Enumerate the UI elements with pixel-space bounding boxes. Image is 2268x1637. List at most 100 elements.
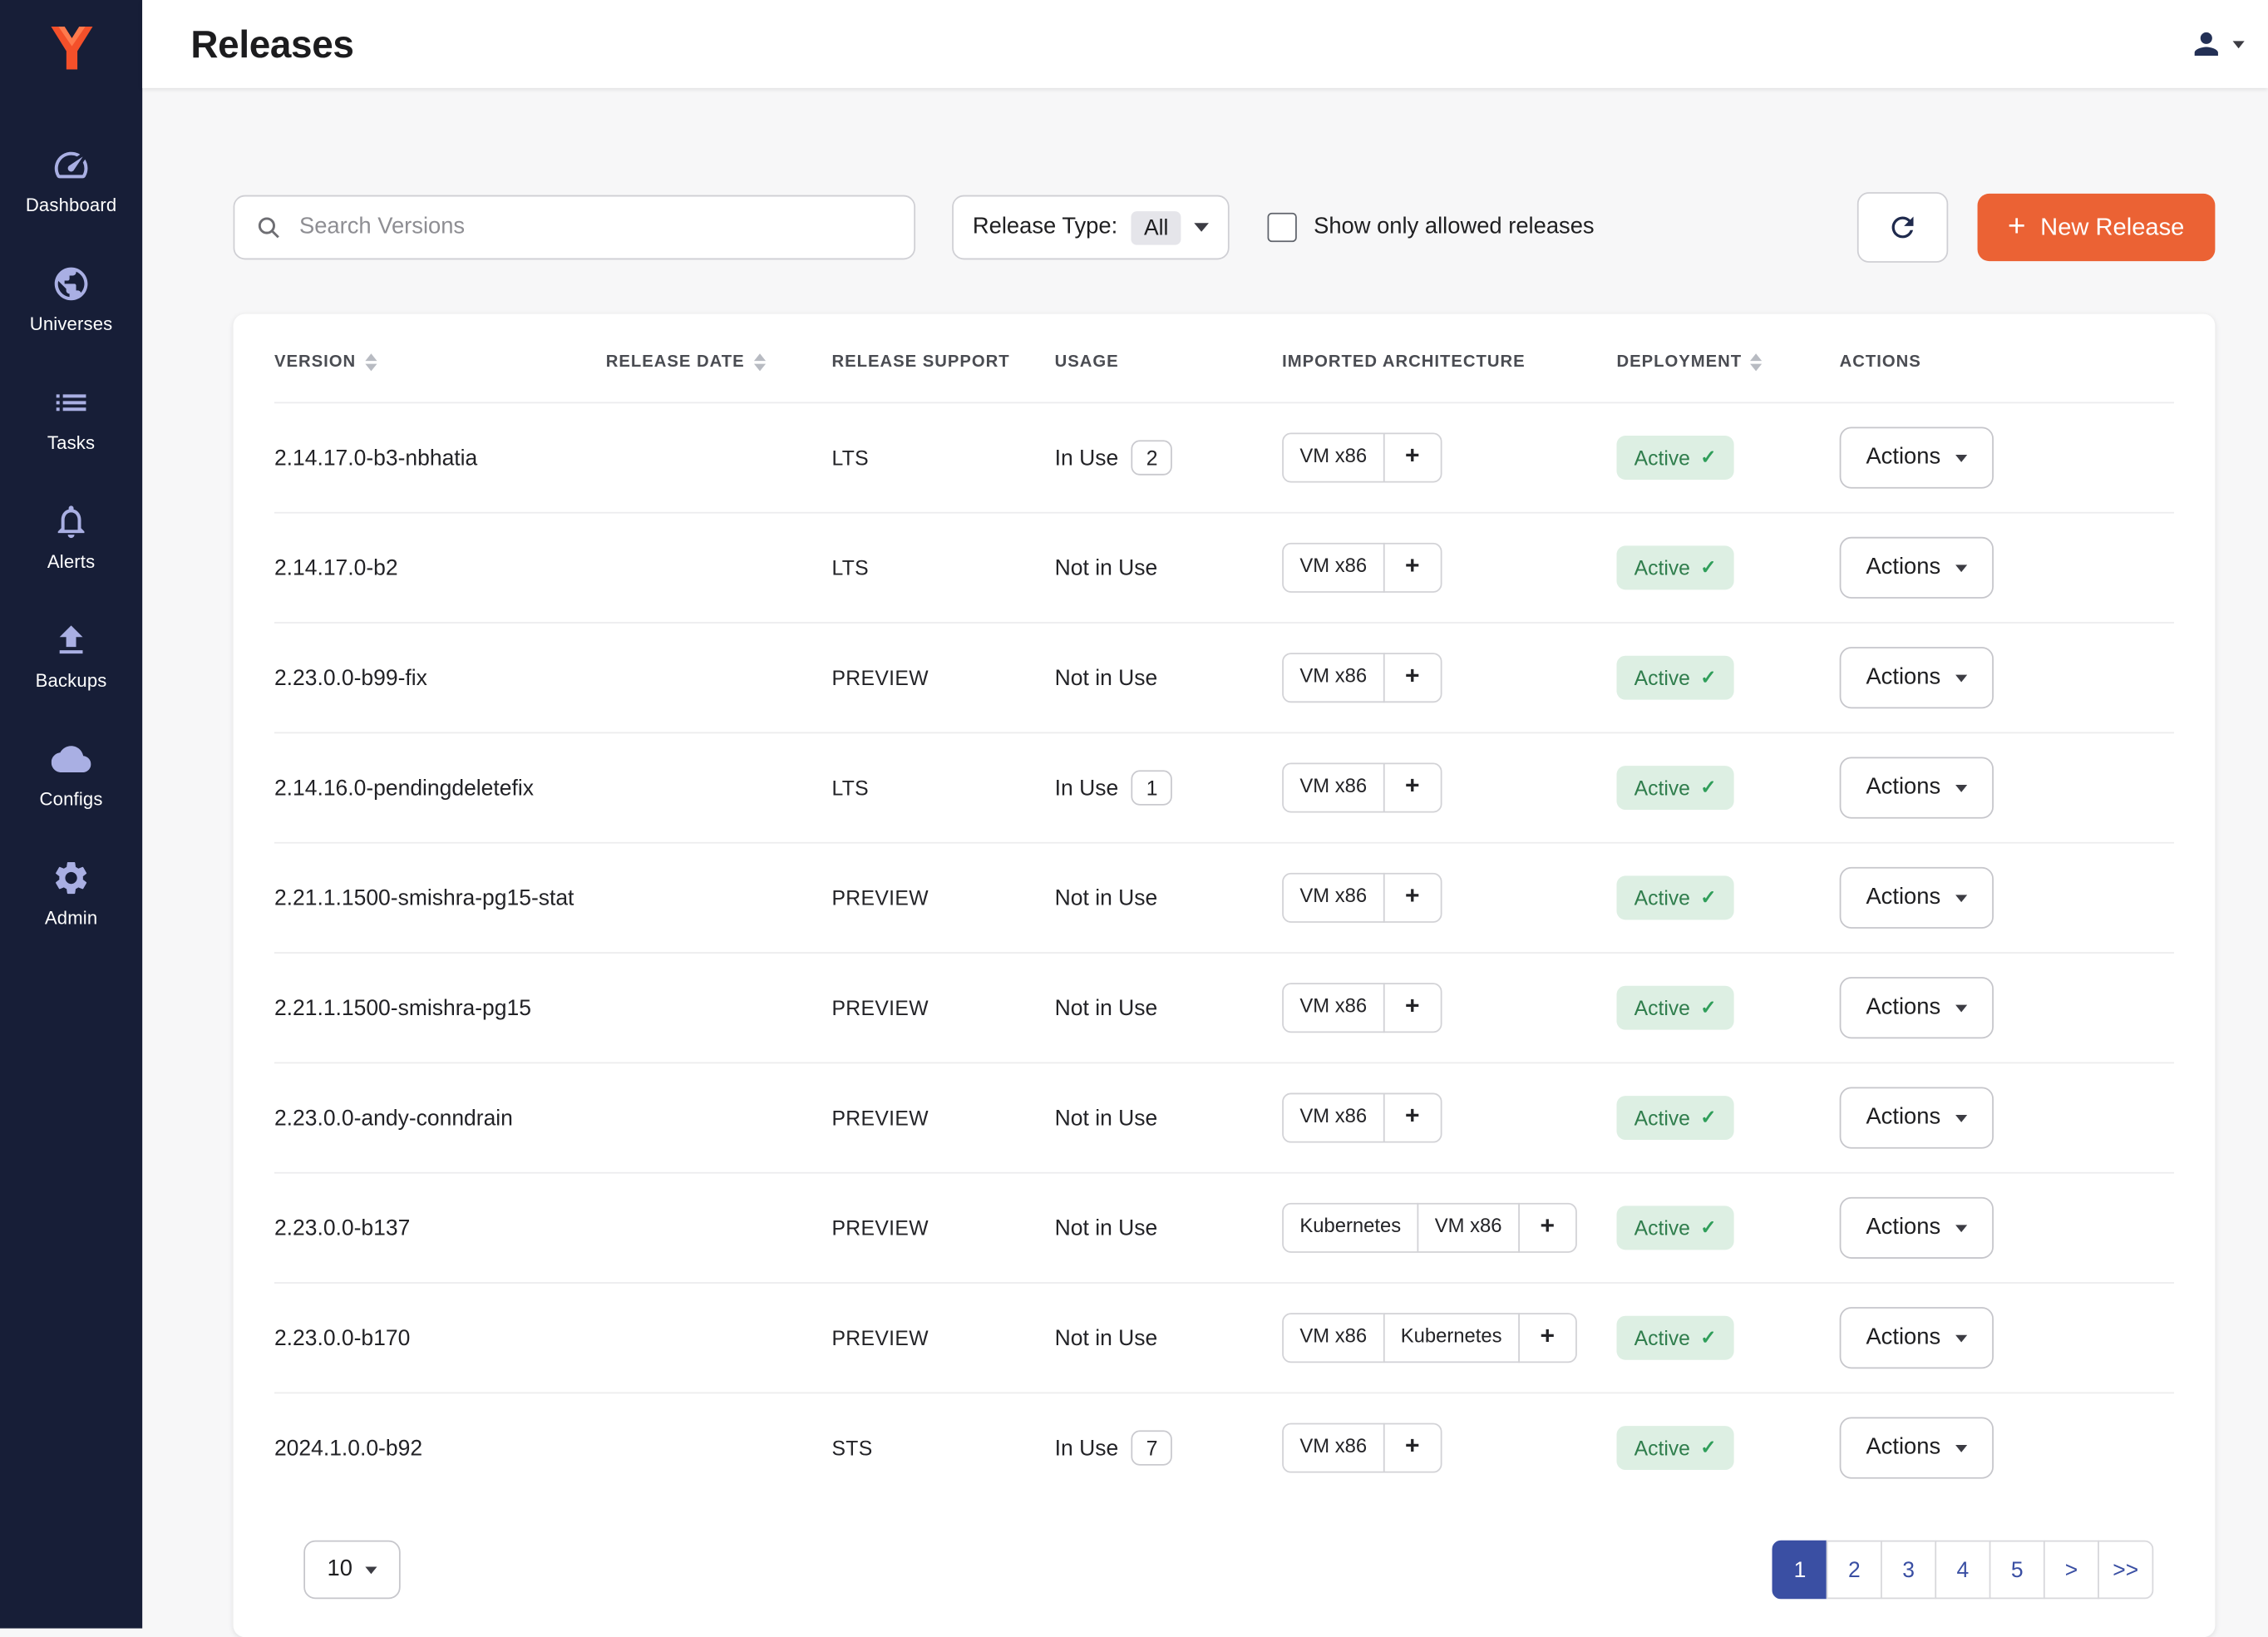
- page-button-1[interactable]: 1: [1772, 1541, 1828, 1600]
- column-header-deployment[interactable]: DEPLOYMENT: [1616, 353, 1839, 371]
- check-icon: ✓: [1700, 1326, 1716, 1349]
- column-header-release-date[interactable]: RELEASE DATE: [606, 353, 832, 371]
- actions-button[interactable]: Actions: [1840, 1197, 1994, 1259]
- release-support-cell: LTS: [831, 776, 1054, 799]
- sidebar-item-tasks[interactable]: Tasks: [0, 358, 142, 477]
- table-row: 2.23.0.0-andy-conndrain PREVIEW Not in U…: [274, 1062, 2174, 1171]
- sidebar-item-alerts[interactable]: Alerts: [0, 476, 142, 595]
- architecture-chip[interactable]: VM x86: [1282, 653, 1384, 703]
- add-architecture-button[interactable]: +: [1518, 1314, 1576, 1363]
- allowed-releases-checkbox[interactable]: [1268, 213, 1297, 242]
- add-architecture-button[interactable]: +: [1383, 433, 1442, 482]
- releases-table-card: VERSION RELEASE DATE RELEASE SUPPORT USA…: [234, 314, 2216, 1637]
- allowed-releases-toggle[interactable]: Show only allowed releases: [1268, 213, 1594, 242]
- architecture-chip[interactable]: VM x86: [1282, 1093, 1384, 1142]
- page-button-2[interactable]: 2: [1827, 1541, 1882, 1600]
- architecture-chip[interactable]: VM x86: [1282, 873, 1384, 922]
- chevron-down-icon: [1955, 674, 1967, 682]
- actions-button[interactable]: Actions: [1840, 537, 1994, 599]
- version-cell[interactable]: 2.14.17.0-b2: [274, 555, 606, 580]
- architecture-cell: VM x86 +: [1282, 1423, 1616, 1472]
- deployment-cell: Active ✓: [1616, 656, 1839, 700]
- actions-button[interactable]: Actions: [1840, 757, 1994, 818]
- version-cell[interactable]: 2.21.1.1500-smishra-pg15: [274, 995, 606, 1020]
- sidebar-item-configs[interactable]: Configs: [0, 714, 142, 833]
- architecture-chip[interactable]: VM x86: [1418, 1203, 1520, 1252]
- page-size-dropdown[interactable]: 10: [303, 1541, 401, 1600]
- actions-button[interactable]: Actions: [1840, 1418, 1994, 1479]
- version-cell[interactable]: 2.14.16.0-pendingdeletefix: [274, 776, 606, 801]
- architecture-chip[interactable]: VM x86: [1282, 763, 1384, 812]
- release-type-value[interactable]: All: [1131, 210, 1181, 244]
- status-text: Active: [1634, 1436, 1690, 1459]
- usage-cell: Not in Use: [1055, 665, 1282, 690]
- usage-count-badge[interactable]: 1: [1132, 770, 1172, 805]
- search-icon: [255, 214, 282, 241]
- actions-button[interactable]: Actions: [1840, 867, 1994, 929]
- add-architecture-button[interactable]: +: [1383, 1093, 1442, 1142]
- actions-button[interactable]: Actions: [1840, 1087, 1994, 1148]
- usage-count-badge[interactable]: 7: [1132, 1430, 1172, 1465]
- actions-button[interactable]: Actions: [1840, 977, 1994, 1038]
- chevron-down-icon: [1955, 1114, 1967, 1122]
- page-button-3[interactable]: 3: [1881, 1541, 1936, 1600]
- add-architecture-button[interactable]: +: [1383, 984, 1442, 1033]
- architecture-chip[interactable]: VM x86: [1282, 984, 1384, 1033]
- version-cell[interactable]: 2.23.0.0-b99-fix: [274, 665, 606, 690]
- usage-text: Not in Use: [1055, 885, 1158, 910]
- sidebar-item-universes[interactable]: Universes: [0, 239, 142, 358]
- architecture-chip[interactable]: VM x86: [1282, 433, 1384, 482]
- architecture-chip[interactable]: Kubernetes: [1282, 1203, 1418, 1252]
- sidebar-item-dashboard[interactable]: Dashboard: [0, 121, 142, 239]
- actions-cell: Actions: [1840, 1307, 2174, 1368]
- release-type-filter[interactable]: Release Type: All: [952, 195, 1230, 260]
- add-architecture-button[interactable]: +: [1383, 543, 1442, 592]
- actions-button[interactable]: Actions: [1840, 1307, 1994, 1368]
- table-row: 2.23.0.0-b170 PREVIEW Not in Use VM x86 …: [274, 1282, 2174, 1392]
- actions-button[interactable]: Actions: [1840, 647, 1994, 708]
- usage-text: In Use: [1055, 446, 1119, 471]
- search-input[interactable]: [296, 213, 893, 242]
- actions-button[interactable]: Actions: [1840, 427, 1994, 488]
- usage-text: Not in Use: [1055, 1106, 1158, 1131]
- chevron-down-icon: [366, 1566, 377, 1574]
- usage-text: Not in Use: [1055, 995, 1158, 1020]
- refresh-button[interactable]: [1856, 192, 1947, 263]
- add-architecture-button[interactable]: +: [1383, 873, 1442, 922]
- sort-icon[interactable]: [365, 353, 377, 371]
- sidebar-item-admin[interactable]: Admin: [0, 833, 142, 952]
- architecture-chip[interactable]: VM x86: [1282, 543, 1384, 592]
- sidebar-item-backups[interactable]: Backups: [0, 595, 142, 714]
- version-cell[interactable]: 2024.1.0.0-b92: [274, 1436, 606, 1461]
- sidebar-item-label: Configs: [40, 789, 103, 810]
- add-architecture-button[interactable]: +: [1518, 1203, 1576, 1252]
- version-cell[interactable]: 2.14.17.0-b3-nbhatia: [274, 446, 606, 471]
- yugabyte-logo[interactable]: [36, 15, 106, 86]
- last-page-button[interactable]: >>: [2098, 1541, 2153, 1600]
- version-cell[interactable]: 2.23.0.0-andy-conndrain: [274, 1106, 606, 1131]
- usage-count-badge[interactable]: 2: [1132, 440, 1172, 475]
- architecture-chip[interactable]: VM x86: [1282, 1314, 1384, 1363]
- add-architecture-button[interactable]: +: [1383, 1423, 1442, 1472]
- status-text: Active: [1634, 886, 1690, 910]
- table-row: 2.14.16.0-pendingdeletefix LTS In Use 1 …: [274, 732, 2174, 841]
- architecture-chip[interactable]: VM x86: [1282, 1423, 1384, 1472]
- page-button-4[interactable]: 4: [1935, 1541, 1990, 1600]
- release-support-cell: STS: [831, 1436, 1054, 1459]
- column-header-version[interactable]: VERSION: [274, 353, 606, 371]
- sort-icon[interactable]: [753, 353, 765, 371]
- next-page-button[interactable]: >: [2044, 1541, 2099, 1600]
- version-cell[interactable]: 2.23.0.0-b170: [274, 1325, 606, 1350]
- usage-cell: In Use 2: [1055, 440, 1282, 475]
- add-architecture-button[interactable]: +: [1383, 763, 1442, 812]
- user-menu[interactable]: [2189, 27, 2245, 62]
- yugabyte-logo-icon: [42, 21, 101, 80]
- page-button-5[interactable]: 5: [1989, 1541, 2045, 1600]
- architecture-chip[interactable]: Kubernetes: [1383, 1314, 1520, 1363]
- new-release-button[interactable]: + New Release: [1977, 194, 2216, 261]
- sort-icon[interactable]: [1751, 353, 1763, 371]
- version-cell[interactable]: 2.21.1.1500-smishra-pg15-stat: [274, 885, 606, 910]
- add-architecture-button[interactable]: +: [1383, 653, 1442, 703]
- version-cell[interactable]: 2.23.0.0-b137: [274, 1215, 606, 1240]
- deployment-cell: Active ✓: [1616, 436, 1839, 480]
